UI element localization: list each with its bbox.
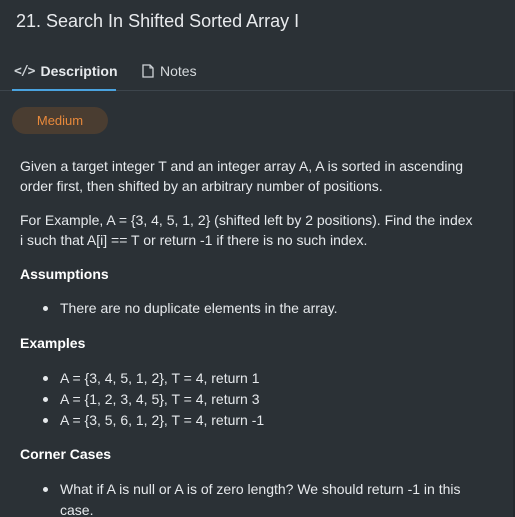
tab-notes[interactable]: Notes bbox=[142, 52, 197, 90]
code-icon: </> bbox=[14, 63, 36, 79]
note-icon bbox=[142, 64, 154, 78]
problem-description: Medium Given a target integer T and an i… bbox=[0, 92, 515, 517]
corner-cases-list: What if A is null or A is of zero length… bbox=[0, 479, 470, 517]
list-item: A = {1, 2, 3, 4, 5}, T = 4, return 3 bbox=[0, 389, 470, 410]
examples-heading: Examples bbox=[20, 335, 86, 351]
tab-bar: </> Description Notes bbox=[0, 52, 515, 91]
examples-list: A = {3, 4, 5, 1, 2}, T = 4, return 1 A =… bbox=[0, 368, 470, 431]
corner-cases-heading: Corner Cases bbox=[20, 446, 112, 462]
problem-title: 21. Search In Shifted Sorted Array I bbox=[16, 11, 300, 31]
description-paragraph: Given a target integer T and an integer … bbox=[20, 158, 464, 194]
example-paragraph: For Example, A = {3, 4, 5, 1, 2} (shifte… bbox=[20, 212, 473, 248]
assumptions-list: There are no duplicate elements in the a… bbox=[0, 298, 470, 319]
difficulty-badge: Medium bbox=[12, 107, 108, 134]
tab-notes-label: Notes bbox=[160, 63, 197, 79]
list-item: A = {3, 4, 5, 1, 2}, T = 4, return 1 bbox=[0, 368, 470, 389]
assumptions-heading: Assumptions bbox=[20, 266, 109, 282]
problem-header: 21. Search In Shifted Sorted Array I bbox=[0, 0, 515, 44]
list-item: There are no duplicate elements in the a… bbox=[0, 298, 470, 319]
list-item: What if A is null or A is of zero length… bbox=[0, 479, 470, 517]
tab-description[interactable]: </> Description bbox=[12, 52, 118, 91]
tab-description-label: Description bbox=[40, 63, 118, 79]
list-item: A = {3, 5, 6, 1, 2}, T = 4, return -1 bbox=[0, 410, 470, 431]
